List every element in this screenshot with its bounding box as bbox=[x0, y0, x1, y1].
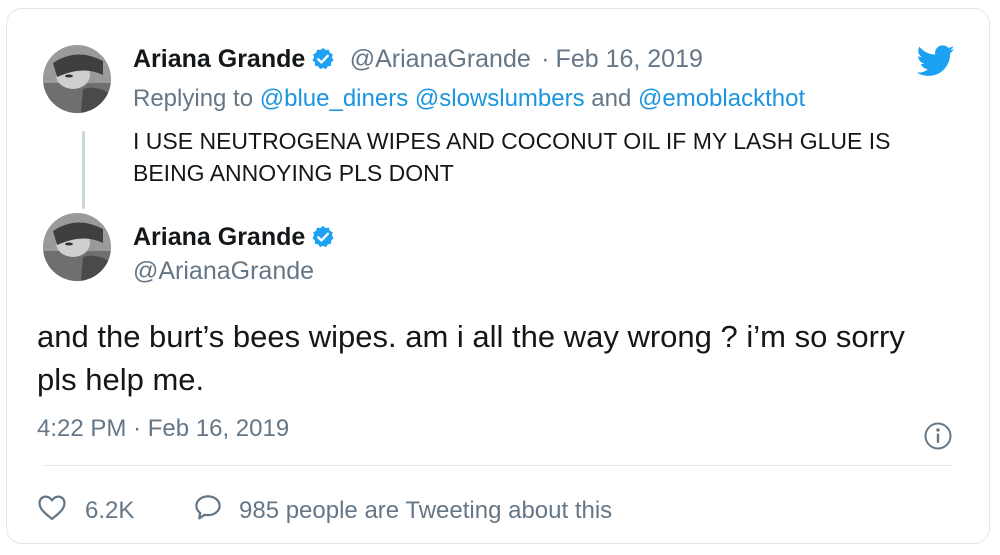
replying-to-line: Replying to @blue_diners @slowslumbers a… bbox=[133, 85, 805, 113]
separator-dot: · bbox=[541, 45, 550, 73]
mention-link[interactable]: @slowslumbers bbox=[415, 85, 585, 112]
author-handle[interactable]: @ArianaGrande bbox=[133, 257, 314, 286]
tweet-timestamp[interactable]: 4:22 PM · Feb 16, 2019 bbox=[37, 415, 289, 443]
avatar-image bbox=[43, 45, 111, 113]
author-name[interactable]: Ariana Grande bbox=[133, 45, 305, 73]
tweet-card: Ariana Grande @ArianaGrande · Feb 16, 201… bbox=[6, 8, 990, 544]
main-tweet-text: and the burt’s bees wipes. am i all the … bbox=[37, 319, 905, 397]
verified-badge-icon bbox=[311, 47, 335, 76]
reply-tweet-text: I USE NEUTROGENA WIPES AND COCONUT OIL I… bbox=[133, 128, 891, 186]
thread-connector-line bbox=[82, 131, 85, 209]
conversation-button[interactable]: 985 people are Tweeting about this bbox=[193, 493, 612, 528]
author-name[interactable]: Ariana Grande bbox=[133, 223, 305, 251]
reply-tweet-header: Ariana Grande @ArianaGrande · Feb 16, 201… bbox=[133, 45, 703, 76]
like-button[interactable]: 6.2K bbox=[37, 493, 134, 528]
avatar[interactable] bbox=[43, 45, 111, 113]
avatar[interactable] bbox=[43, 213, 111, 281]
replying-to-label: Replying to bbox=[133, 85, 254, 112]
author-handle[interactable]: @ArianaGrande bbox=[350, 45, 531, 73]
mention-link[interactable]: @blue_diners bbox=[260, 85, 408, 112]
speech-bubble-icon bbox=[193, 493, 223, 528]
tweet-time[interactable]: 4:22 PM bbox=[37, 415, 126, 442]
verified-badge-icon bbox=[311, 225, 335, 254]
mention-link[interactable]: @emoblackthot bbox=[638, 85, 805, 112]
divider bbox=[43, 465, 953, 466]
separator-dot: · bbox=[133, 415, 142, 442]
conversation-label[interactable]: 985 people are Tweeting about this bbox=[239, 497, 612, 525]
avatar-image bbox=[43, 213, 111, 281]
main-tweet-name-row: Ariana Grande bbox=[133, 223, 335, 254]
tweet-date[interactable]: Feb 16, 2019 bbox=[556, 45, 703, 73]
tweet-date[interactable]: Feb 16, 2019 bbox=[148, 415, 289, 442]
twitter-bird-icon[interactable] bbox=[916, 45, 955, 82]
heart-icon bbox=[37, 493, 67, 528]
info-icon[interactable] bbox=[923, 421, 953, 456]
like-count: 6.2K bbox=[85, 496, 135, 524]
and-label: and bbox=[591, 85, 632, 112]
